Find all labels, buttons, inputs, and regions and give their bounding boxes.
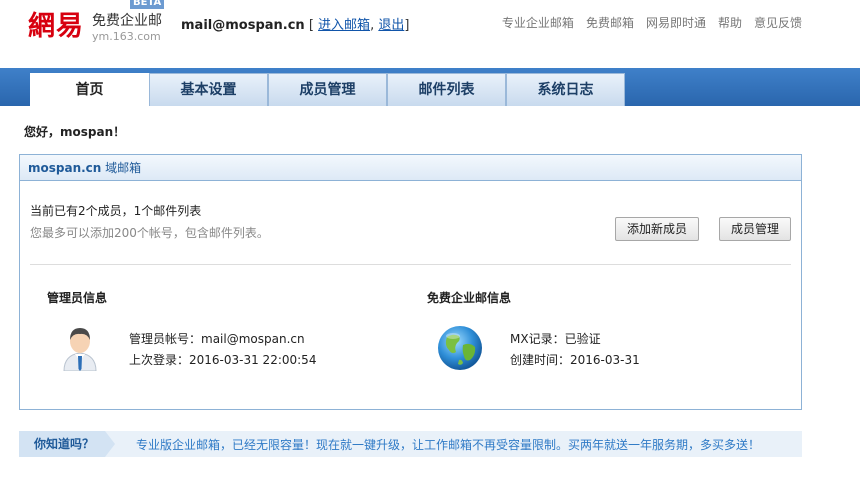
section-divider <box>30 264 791 265</box>
tab-system-log[interactable]: 系统日志 <box>506 73 625 106</box>
tab-list: 首页 基本设置 成员管理 邮件列表 系统日志 <box>30 73 625 107</box>
last-login-line: 上次登录：2016-03-31 22:00:54 <box>129 353 317 367</box>
panel-domain-suffix: 域邮箱 <box>101 161 142 175</box>
bracket-close: ] <box>404 18 410 33</box>
admin-account-line: 管理员帐号：mail@mospan.cn <box>129 332 305 346</box>
tip-arrow <box>105 431 115 457</box>
panel-header: mospan.cn 域邮箱 <box>20 155 801 181</box>
admin-info: 管理员帐号：mail@mospan.cn 上次登录：2016-03-31 22:… <box>129 329 316 371</box>
top-nav: 专业企业邮箱 免费邮箱 网易即时通 帮助 意见反馈 <box>502 14 802 31</box>
member-count-line: 当前已有2个成员，1个邮件列表 <box>30 204 202 218</box>
bracket-open: [ <box>308 18 314 33</box>
top-nav-free-mail[interactable]: 免费邮箱 <box>586 14 634 31</box>
tip-bar: 你知道吗？ 专业版企业邮箱，已经无限容量！现在就一键升级，让工作邮箱不再受容量限… <box>19 431 802 457</box>
created-time-line: 创建时间：2016-03-31 <box>510 353 640 367</box>
tab-basic-settings[interactable]: 基本设置 <box>149 73 268 106</box>
top-nav-pro-mail[interactable]: 专业企业邮箱 <box>502 14 574 31</box>
top-nav-feedback[interactable]: 意见反馈 <box>754 14 802 31</box>
admin-user-icon <box>62 325 98 374</box>
tip-label-text: 你知道吗？ <box>34 437 95 451</box>
account-limit-hint: 您最多可以添加200个帐号，包含邮件列表。 <box>30 226 269 240</box>
member-stats: 当前已有2个成员，1个邮件列表 您最多可以添加200个帐号，包含邮件列表。 <box>30 200 269 244</box>
admin-info-title: 管理员信息 <box>47 291 108 305</box>
top-nav-popo[interactable]: 网易即时通 <box>646 14 706 31</box>
link-separator: , <box>370 18 375 33</box>
beta-badge: BETA <box>130 0 165 9</box>
enter-mailbox-link[interactable]: 进入邮箱 <box>318 18 370 33</box>
tab-member-management[interactable]: 成员管理 <box>268 73 387 106</box>
logo-text-block: 免费企业邮 BETA ym.163.com <box>92 0 165 44</box>
mx-record-line: MX记录：已验证 <box>510 332 601 346</box>
netease-logo-mark: 網易 <box>28 11 84 42</box>
free-mail-info: MX记录：已验证 创建时间：2016-03-31 <box>510 329 640 371</box>
greeting: 您好，mospan！ <box>24 125 126 139</box>
product-domain: ym.163.com <box>92 30 161 43</box>
panel-domain: mospan.cn <box>28 161 102 175</box>
tip-label: 你知道吗？ <box>19 431 115 457</box>
top-nav-help[interactable]: 帮助 <box>718 14 742 31</box>
add-member-button[interactable]: 添加新成员 <box>615 217 700 241</box>
member-management-button[interactable]: 成员管理 <box>719 217 792 241</box>
domain-mail-panel: mospan.cn 域邮箱 当前已有2个成员，1个邮件列表 您最多可以添加200… <box>19 154 802 410</box>
free-mail-info-title: 免费企业邮信息 <box>427 291 512 305</box>
globe-icon <box>437 325 483 374</box>
product-title: 免费企业邮 BETA <box>92 0 165 30</box>
logout-link[interactable]: 退出 <box>378 18 404 33</box>
tab-home[interactable]: 首页 <box>30 73 149 107</box>
tab-bar: 首页 基本设置 成员管理 邮件列表 系统日志 <box>0 68 860 107</box>
tip-text[interactable]: 专业版企业邮箱，已经无限容量！现在就一键升级，让工作邮箱不再受容量限制。买两年就… <box>136 436 760 453</box>
account-bar: mail@mospan.cn [ 进入邮箱, 退出] <box>181 14 409 33</box>
netease-logo[interactable]: 網易 免费企业邮 BETA ym.163.com <box>28 0 165 44</box>
account-address: mail@mospan.cn <box>181 18 305 33</box>
product-title-label: 免费企业邮 <box>92 13 162 29</box>
tab-mailing-lists[interactable]: 邮件列表 <box>387 73 506 106</box>
